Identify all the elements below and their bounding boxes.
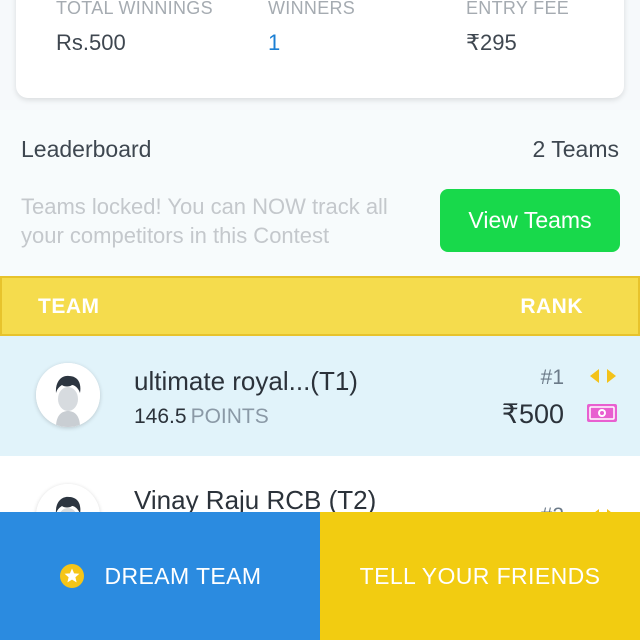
leaderboard-row[interactable]: ultimate royal...(T1) 146.5 POINTS #1 ₹50… [0, 336, 640, 456]
winners-label: WINNERS [268, 0, 356, 18]
prize-amount: ₹500 [501, 399, 564, 429]
teams-locked-message: Teams locked! You can NOW track all your… [21, 194, 388, 248]
leaderboard-section: Leaderboard 2 Teams Teams locked! You ca… [0, 110, 640, 276]
points-value: 146.5 [134, 405, 187, 428]
dream-team-button[interactable]: DREAM TEAM [0, 512, 320, 640]
contest-summary-card: TOTAL WINNINGS Rs.500 WINNERS 1 ENTRY FE… [16, 0, 624, 98]
team-name: ultimate royal...(T1) [134, 366, 358, 396]
winners-value: 1 [268, 30, 281, 55]
tell-friends-label: TELL YOUR FRIENDS [359, 562, 601, 589]
dream-team-label: DREAM TEAM [104, 562, 262, 589]
rank-column-header: RANK [520, 295, 583, 318]
tell-friends-button[interactable]: TELL YOUR FRIENDS [320, 512, 640, 640]
star-icon [59, 564, 84, 588]
leaderboard-table-header: TEAM RANK [0, 276, 640, 336]
total-winnings-label: TOTAL WINNINGS [56, 0, 213, 18]
avatar-icon [36, 363, 100, 427]
bottom-action-bar: DREAM TEAM TELL YOUR FRIENDS [0, 512, 640, 640]
swap-arrows-icon[interactable] [588, 368, 618, 384]
cash-prize-icon [587, 404, 617, 422]
view-teams-button[interactable]: View Teams [440, 189, 620, 252]
leaderboard-title: Leaderboard [21, 136, 152, 162]
leaderboard-row[interactable]: Vinay Raju RCB (T2) #2 [0, 456, 640, 516]
team-points: 146.5 POINTS [134, 405, 269, 429]
points-label: POINTS [190, 405, 269, 428]
total-winnings-value: Rs.500 [56, 30, 126, 55]
teams-count: 2 Teams [532, 136, 619, 162]
entry-fee-value: ₹295 [466, 30, 517, 55]
rank-number: #1 [540, 366, 564, 389]
team-column-header: TEAM [38, 295, 100, 318]
entry-fee-label: ENTRY FEE [466, 0, 570, 18]
